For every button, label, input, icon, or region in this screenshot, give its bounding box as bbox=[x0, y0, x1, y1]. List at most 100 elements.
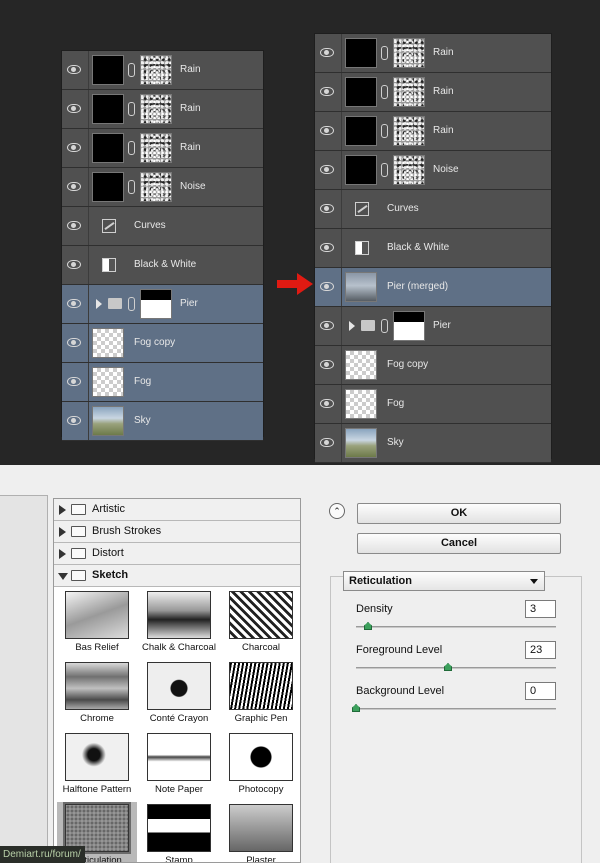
filter-thumbnail[interactable]: Conté Crayon bbox=[139, 660, 219, 730]
layer-thumbnail[interactable] bbox=[345, 272, 377, 302]
layer-row[interactable]: Rain bbox=[62, 129, 263, 168]
filter-thumbnail[interactable]: Stamp bbox=[139, 802, 219, 863]
filter-thumbnail[interactable]: Note Paper bbox=[139, 731, 219, 801]
visibility-toggle[interactable] bbox=[62, 246, 89, 284]
visibility-toggle[interactable] bbox=[315, 307, 342, 345]
visibility-toggle[interactable] bbox=[62, 168, 89, 206]
background-level-input[interactable]: 0 bbox=[525, 682, 556, 700]
layer-mask-thumbnail[interactable] bbox=[393, 38, 425, 68]
filter-thumbnail[interactable]: Graphic Pen bbox=[221, 660, 300, 730]
layer-thumbnail[interactable] bbox=[345, 428, 377, 458]
cancel-button[interactable]: Cancel bbox=[357, 533, 561, 554]
filter-thumbnail[interactable]: Halftone Pattern bbox=[57, 731, 137, 801]
layer-row[interactable]: Pier (merged) bbox=[315, 268, 551, 307]
layer-mask-thumbnail[interactable] bbox=[393, 311, 425, 341]
visibility-toggle[interactable] bbox=[315, 190, 342, 228]
layer-row[interactable]: Fog bbox=[62, 363, 263, 402]
filter-thumbnail[interactable]: Plaster bbox=[221, 802, 300, 862]
layer-thumbnail[interactable] bbox=[92, 55, 124, 85]
layer-thumbnail[interactable] bbox=[92, 172, 124, 202]
layer-row[interactable]: Black & White bbox=[62, 246, 263, 285]
background-level-slider[interactable] bbox=[352, 704, 556, 712]
expand-triangle-icon[interactable] bbox=[349, 321, 355, 331]
foreground-level-slider[interactable] bbox=[356, 663, 556, 671]
visibility-toggle[interactable] bbox=[62, 285, 89, 323]
layer-mask-thumbnail[interactable] bbox=[393, 155, 425, 185]
category-artistic[interactable]: Artistic bbox=[54, 499, 300, 521]
layer-thumbnail[interactable] bbox=[92, 328, 124, 358]
layer-row[interactable]: Fog copy bbox=[315, 346, 551, 385]
layer-row[interactable]: Rain bbox=[315, 73, 551, 112]
visibility-toggle[interactable] bbox=[315, 151, 342, 189]
layer-row[interactable]: Rain bbox=[62, 51, 263, 90]
layer-thumbnail[interactable] bbox=[92, 406, 124, 436]
layer-row[interactable]: Curves bbox=[62, 207, 263, 246]
layer-thumbnail[interactable] bbox=[92, 367, 124, 397]
expand-triangle-icon[interactable] bbox=[96, 299, 102, 309]
collapse-chevron-icon[interactable]: ⌃ bbox=[329, 503, 345, 519]
layer-thumbnail[interactable] bbox=[345, 77, 377, 107]
visibility-toggle[interactable] bbox=[62, 363, 89, 401]
layer-thumbnail[interactable] bbox=[345, 38, 377, 68]
layer-thumbnail[interactable] bbox=[345, 389, 377, 419]
layer-mask-thumbnail[interactable] bbox=[140, 172, 172, 202]
visibility-toggle[interactable] bbox=[62, 324, 89, 362]
layer-name: Rain bbox=[433, 47, 454, 58]
layer-mask-thumbnail[interactable] bbox=[393, 116, 425, 146]
visibility-toggle[interactable] bbox=[62, 207, 89, 245]
layer-thumbnail[interactable] bbox=[345, 350, 377, 380]
visibility-toggle[interactable] bbox=[315, 229, 342, 267]
filter-thumbnail[interactable]: Charcoal bbox=[221, 589, 300, 659]
layer-row[interactable]: Sky bbox=[315, 424, 551, 463]
visibility-toggle[interactable] bbox=[315, 346, 342, 384]
layer-thumbnail[interactable] bbox=[345, 155, 377, 185]
layer-row[interactable]: Rain bbox=[315, 112, 551, 151]
visibility-toggle[interactable] bbox=[62, 402, 89, 440]
filter-thumbnail[interactable]: Bas Relief bbox=[57, 589, 137, 659]
filter-thumbnail[interactable]: Chalk & Charcoal bbox=[139, 589, 219, 659]
visibility-toggle[interactable] bbox=[315, 268, 342, 306]
layer-row[interactable]: Noise bbox=[315, 151, 551, 190]
density-slider[interactable] bbox=[356, 622, 556, 630]
ok-button[interactable]: OK bbox=[357, 503, 561, 524]
layer-mask-thumbnail[interactable] bbox=[140, 94, 172, 124]
link-icon bbox=[128, 180, 135, 194]
filter-thumbnail[interactable]: Chrome bbox=[57, 660, 137, 730]
visibility-toggle[interactable] bbox=[62, 51, 89, 89]
visibility-toggle[interactable] bbox=[62, 129, 89, 167]
density-input[interactable]: 3 bbox=[525, 600, 556, 618]
filter-select[interactable]: Reticulation bbox=[343, 571, 545, 591]
filter-label: Photocopy bbox=[238, 784, 284, 795]
visibility-toggle[interactable] bbox=[315, 34, 342, 72]
category-distort[interactable]: Distort bbox=[54, 543, 300, 565]
layer-row[interactable]: Noise bbox=[62, 168, 263, 207]
filter-label: Stamp bbox=[165, 855, 193, 863]
layer-thumbnail[interactable] bbox=[345, 116, 377, 146]
visibility-toggle[interactable] bbox=[315, 73, 342, 111]
visibility-toggle[interactable] bbox=[315, 424, 342, 462]
visibility-toggle[interactable] bbox=[62, 90, 89, 128]
category-brush-strokes[interactable]: Brush Strokes bbox=[54, 521, 300, 543]
filter-preview-image bbox=[65, 591, 129, 639]
layer-row[interactable]: Black & White bbox=[315, 229, 551, 268]
layer-mask-thumbnail[interactable] bbox=[393, 77, 425, 107]
layer-mask-thumbnail[interactable] bbox=[140, 133, 172, 163]
layer-row[interactable]: Pier bbox=[315, 307, 551, 346]
category-sketch[interactable]: Sketch bbox=[54, 565, 300, 587]
visibility-toggle[interactable] bbox=[315, 385, 342, 423]
layer-row[interactable]: Rain bbox=[315, 34, 551, 73]
layer-row[interactable]: Rain bbox=[62, 90, 263, 129]
layer-thumbnail[interactable] bbox=[92, 94, 124, 124]
layer-mask-thumbnail[interactable] bbox=[140, 55, 172, 85]
layer-mask-thumbnail[interactable] bbox=[140, 289, 172, 319]
foreground-level-input[interactable]: 23 bbox=[525, 641, 556, 659]
layer-row[interactable]: Curves bbox=[315, 190, 551, 229]
layer-row[interactable]: Fog bbox=[315, 385, 551, 424]
layer-row[interactable]: Fog copy bbox=[62, 324, 263, 363]
layer-row[interactable]: Pier bbox=[62, 285, 263, 324]
layer-row[interactable]: Sky bbox=[62, 402, 263, 441]
layer-thumbnail[interactable] bbox=[92, 133, 124, 163]
visibility-toggle[interactable] bbox=[315, 112, 342, 150]
filter-thumbnail[interactable]: Photocopy bbox=[221, 731, 300, 801]
layer-name: Curves bbox=[387, 203, 419, 214]
